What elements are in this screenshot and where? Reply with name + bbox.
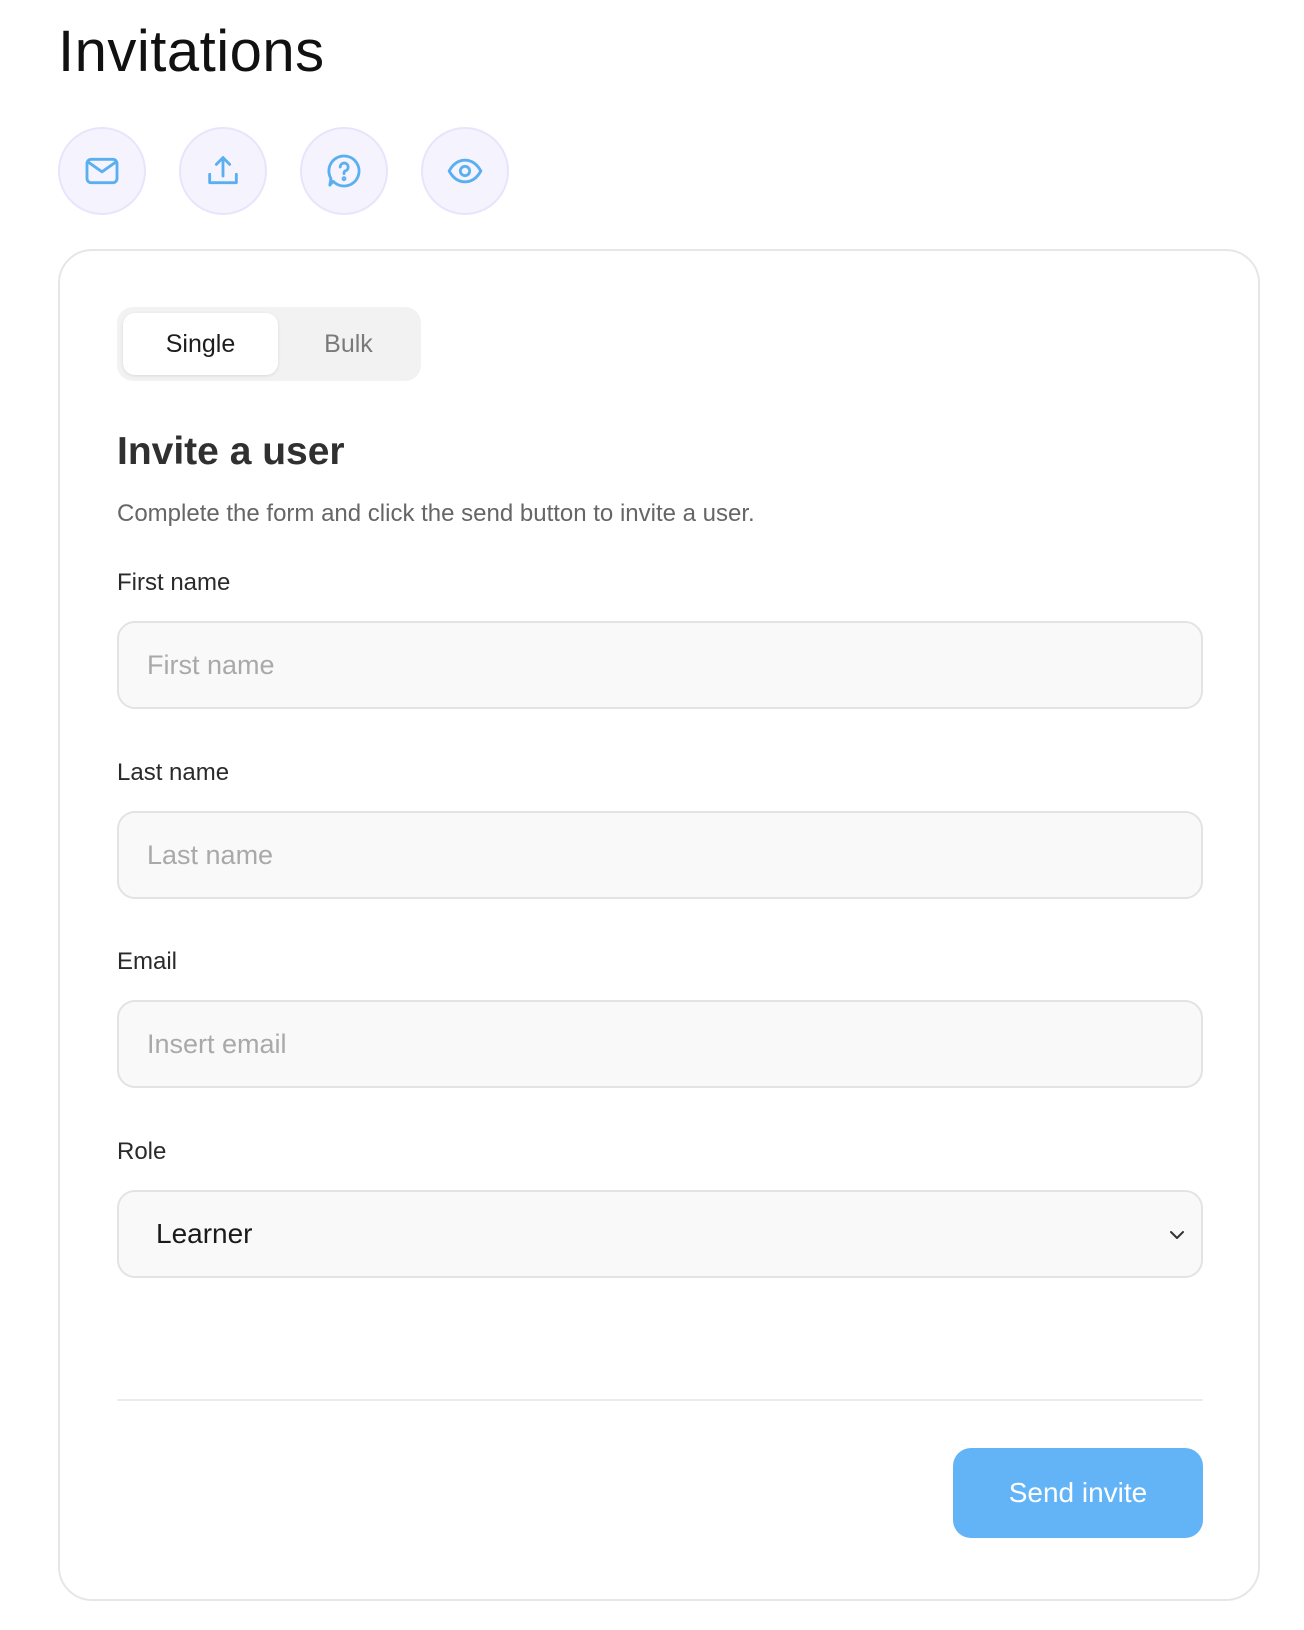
email-input[interactable] (117, 1000, 1203, 1088)
form-divider (117, 1399, 1203, 1401)
form-description: Complete the form and click the send but… (117, 500, 755, 527)
upload-icon (208, 156, 238, 185)
last-name-input[interactable] (117, 811, 1203, 899)
action-icon-row (58, 127, 509, 215)
role-selected-value: Learner (156, 1218, 253, 1249)
tab-bulk[interactable]: Bulk (282, 313, 415, 375)
eye-icon (447, 158, 483, 184)
page-title: Invitations (58, 19, 325, 84)
first-name-label: First name (117, 569, 231, 596)
email-label: Email (117, 948, 178, 975)
chevron-down-icon (1167, 1225, 1187, 1245)
upload-button[interactable] (179, 127, 267, 215)
first-name-input[interactable] (117, 621, 1203, 709)
last-name-label: Last name (117, 759, 230, 786)
mail-button[interactable] (58, 127, 146, 215)
mode-toggle: Single Bulk (117, 307, 421, 381)
role-label: Role (117, 1138, 167, 1165)
send-invite-button[interactable]: Send invite (953, 1448, 1203, 1538)
form-heading: Invite a user (117, 430, 345, 473)
role-select[interactable]: Learner (117, 1190, 1203, 1278)
preview-button[interactable] (421, 127, 509, 215)
help-button[interactable] (300, 127, 388, 215)
tab-single[interactable]: Single (123, 313, 278, 375)
help-icon (327, 154, 361, 188)
invite-card: Single Bulk Invite a user Complete the f… (58, 249, 1260, 1601)
mail-icon (85, 157, 119, 185)
